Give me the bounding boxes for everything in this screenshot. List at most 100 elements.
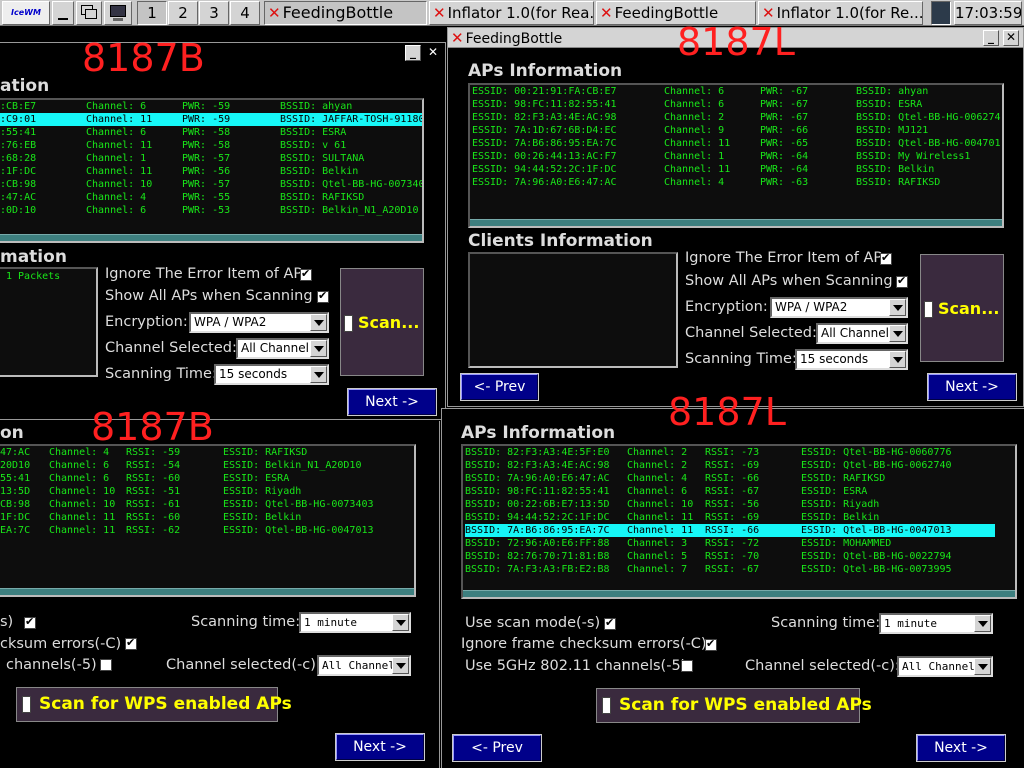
encryption-select[interactable]: WPA / WPA2 xyxy=(770,297,908,318)
fiveghz-channels-checkbox[interactable] xyxy=(100,659,112,671)
ap-row[interactable]: 13:5D Channel: 10 RSSI: -51 ESSID: Riyadh xyxy=(0,485,414,498)
ap-row[interactable]: 20D10 Channel: 6 RSSI: -54 ESSID: Belkin_N1… xyxy=(0,459,414,472)
chevron-down-icon[interactable] xyxy=(310,314,327,331)
channel-select[interactable]: All Channel xyxy=(897,656,993,677)
ap-row[interactable]: :55:41 Channel: 6 PWR: -58 BSSID: ESRA xyxy=(0,126,422,139)
scanning-time-select[interactable]: 1 minute xyxy=(879,613,993,634)
ap-row[interactable]: ESSID: 98:FC:11:82:55:41 Channel: 6 PWR: -… xyxy=(472,98,1002,111)
checksum-errors-checkbox[interactable] xyxy=(125,636,137,650)
ap-row[interactable]: CB:98 Channel: 10 RSSI: -61 ESSID: Qtel-BB-… xyxy=(0,498,414,511)
minimize-icon[interactable]: _ xyxy=(983,30,999,46)
chevron-down-icon[interactable] xyxy=(392,614,409,631)
ignore-error-checkbox[interactable] xyxy=(300,267,312,281)
window-list-icon[interactable] xyxy=(76,1,102,25)
ap-row[interactable]: :47:AC Channel: 4 PWR: -55 BSSID: RAFIKSD xyxy=(0,191,422,204)
chevron-down-icon[interactable] xyxy=(310,366,327,383)
channel-select[interactable]: All Channel xyxy=(816,323,908,344)
next-button[interactable]: Next -> xyxy=(916,734,1006,762)
aps-list[interactable]: :CB:E7 Channel: 6 PWR: -59 BSSID: ahyan:C9:… xyxy=(0,98,424,243)
aps-list[interactable]: BSSID: 82:F3:A3:4E:5F:E0 Channel: 2 RSSI: … xyxy=(461,444,1017,599)
close-icon[interactable]: ✕ xyxy=(425,45,441,61)
channel-select[interactable]: All Channel xyxy=(236,338,329,359)
scan-button[interactable]: Scan... xyxy=(340,268,424,376)
ap-row[interactable]: ESSID: 7A:96:A0:E6:47:AC Channel: 4 PWR: -… xyxy=(472,176,1002,189)
ap-row[interactable]: BSSID: 7A:96:A0:E6:47:AC Channel: 4 RSSI: … xyxy=(465,472,995,485)
close-icon[interactable]: ✕ xyxy=(1003,30,1019,46)
chevron-down-icon[interactable] xyxy=(889,299,906,316)
minimize-icon[interactable]: _ xyxy=(405,45,421,61)
show-all-aps-checkbox[interactable] xyxy=(896,274,908,288)
desktop-1[interactable]: 1 xyxy=(137,1,167,25)
scan-wps-button[interactable]: Scan for WPS enabled APs xyxy=(596,688,872,723)
chevron-down-icon[interactable] xyxy=(889,351,906,368)
desktop-2[interactable]: 2 xyxy=(168,1,198,25)
ap-row[interactable]: ESSID: 00:26:44:13:AC:F7 Channel: 1 PWR: -… xyxy=(472,150,1002,163)
prev-button[interactable]: <- Prev xyxy=(452,734,542,762)
clients-list[interactable]: 1 Packets xyxy=(0,267,98,377)
ap-row[interactable]: BSSID: 94:44:52:2C:1F:DC Channel: 11 RSSI:… xyxy=(465,511,995,524)
minimize-all-icon[interactable] xyxy=(52,1,74,25)
task-feedingbottle-1[interactable]: ✕ FeedingBottle xyxy=(264,1,427,25)
ap-row[interactable]: BSSID: 72:96:A0:E6:FF:88 Channel: 3 RSSI: … xyxy=(465,537,995,550)
aps-list[interactable]: ESSID: 00:21:91:FA:CB:E7 Channel: 6 PWR: -… xyxy=(468,83,1004,228)
scan-mode-checkbox[interactable] xyxy=(24,615,36,629)
horizontal-scrollbar[interactable] xyxy=(0,588,414,595)
chevron-down-icon[interactable] xyxy=(974,658,991,675)
ap-row[interactable]: BSSID: 98:FC:11:82:55:41 Channel: 6 RSSI: … xyxy=(465,485,995,498)
clients-list[interactable] xyxy=(468,252,678,368)
tray-icon[interactable] xyxy=(931,1,951,25)
aps-list[interactable]: 47:AC Channel: 4 RSSI: -59 ESSID: RAFIKSD 20… xyxy=(0,444,416,597)
horizontal-scrollbar[interactable] xyxy=(470,219,1002,226)
chevron-down-icon[interactable] xyxy=(889,325,906,342)
ap-row[interactable]: :76:EB Channel: 11 PWR: -58 BSSID: v 61 xyxy=(0,139,422,152)
show-all-aps-checkbox[interactable] xyxy=(317,289,329,303)
task-inflator-1[interactable]: ✕ Inflator 1.0(for Rea... xyxy=(429,1,594,25)
ap-row[interactable]: ESSID: 7A:1D:67:6B:D4:EC Channel: 9 PWR: -… xyxy=(472,124,1002,137)
scanning-time-select[interactable]: 15 seconds xyxy=(795,349,908,370)
ap-row[interactable]: :C9:01 Channel: 11 PWR: -59 BSSID: JAFFAR-T… xyxy=(0,113,422,126)
chevron-down-icon[interactable] xyxy=(974,615,991,632)
next-button[interactable]: Next -> xyxy=(347,388,437,416)
checksum-errors-checkbox[interactable] xyxy=(705,637,717,651)
ap-row[interactable]: BSSID: 82:F3:A3:4E:5F:E0 Channel: 2 RSSI: … xyxy=(465,446,995,459)
scan-button[interactable]: Scan... xyxy=(920,254,1004,362)
ap-row[interactable]: 1F:DC Channel: 11 RSSI: -60 ESSID: Belkin xyxy=(0,511,414,524)
encryption-select[interactable]: WPA / WPA2 xyxy=(189,312,329,333)
ap-row[interactable]: :1F:DC Channel: 11 PWR: -56 BSSID: Belkin xyxy=(0,165,422,178)
prev-button[interactable]: <- Prev xyxy=(460,373,539,401)
channel-select[interactable]: All Channel xyxy=(317,655,411,676)
ap-row[interactable]: :CB:98 Channel: 10 PWR: -57 BSSID: Qtel-BB-… xyxy=(0,178,422,191)
scan-mode-checkbox[interactable] xyxy=(604,616,616,630)
terminal-icon[interactable] xyxy=(104,1,132,25)
start-menu-button[interactable]: IceWM xyxy=(2,1,50,25)
ap-row[interactable]: ESSID: 82:F3:A3:4E:AC:98 Channel: 2 PWR: -… xyxy=(472,111,1002,124)
ap-row[interactable]: :0D:10 Channel: 6 PWR: -53 BSSID: Belkin_N1… xyxy=(0,204,422,217)
next-button[interactable]: Next -> xyxy=(335,733,425,761)
horizontal-scrollbar[interactable] xyxy=(0,234,422,241)
scanning-time-select[interactable]: 15 seconds xyxy=(214,364,329,385)
ap-ch: Channel: 11 xyxy=(49,512,116,523)
scanning-time-select[interactable]: 1 minute xyxy=(299,612,411,633)
chevron-down-icon[interactable] xyxy=(392,657,409,674)
ap-row[interactable]: BSSID: 7A:F3:A3:FB:E2:B8 Channel: 7 RSSI: … xyxy=(465,563,995,576)
desktop-4[interactable]: 4 xyxy=(230,1,260,25)
fiveghz-channels-checkbox[interactable] xyxy=(681,660,693,672)
ap-row[interactable]: :CB:E7 Channel: 6 PWR: -59 BSSID: ahyan xyxy=(0,100,422,113)
ap-row[interactable]: ESSID: 7A:B6:86:95:EA:7C Channel: 11 PWR: … xyxy=(472,137,1002,150)
ap-row[interactable]: BSSID: 82:76:70:71:81:B8 Channel: 5 RSSI: … xyxy=(465,550,995,563)
ap-row[interactable]: :68:28 Channel: 1 PWR: -57 BSSID: SULTANA xyxy=(0,152,422,165)
desktop-3[interactable]: 3 xyxy=(199,1,229,25)
chevron-down-icon[interactable] xyxy=(310,340,327,357)
ap-row[interactable]: EA:7C Channel: 11 RSSI: -62 ESSID: Qtel-BB-… xyxy=(0,524,414,537)
ap-row[interactable]: BSSID: 82:F3:A3:4E:AC:98 Channel: 2 RSSI: … xyxy=(465,459,995,472)
next-button[interactable]: Next -> xyxy=(927,373,1017,401)
ap-row[interactable]: 55:41 Channel: 6 RSSI: -60 ESSID: ESRA xyxy=(0,472,414,485)
ap-row[interactable]: ESSID: 94:44:52:2C:1F:DC Channel: 11 PWR: … xyxy=(472,163,1002,176)
horizontal-scrollbar[interactable] xyxy=(463,590,1015,597)
ap-row[interactable]: ESSID: 00:21:91:FA:CB:E7 Channel: 6 PWR: -… xyxy=(472,85,1002,98)
ignore-error-checkbox[interactable] xyxy=(880,251,892,265)
scanning-time-value: 15 seconds xyxy=(219,367,288,381)
scan-wps-button[interactable]: Scan for WPS enabled APs xyxy=(16,687,292,722)
ap-row[interactable]: BSSID: 00:22:6B:E7:13:5D Channel: 10 RSSI:… xyxy=(465,498,995,511)
ap-row[interactable]: BSSID: 7A:B6:86:95:EA:7C Channel: 11 RSSI:… xyxy=(465,524,995,537)
